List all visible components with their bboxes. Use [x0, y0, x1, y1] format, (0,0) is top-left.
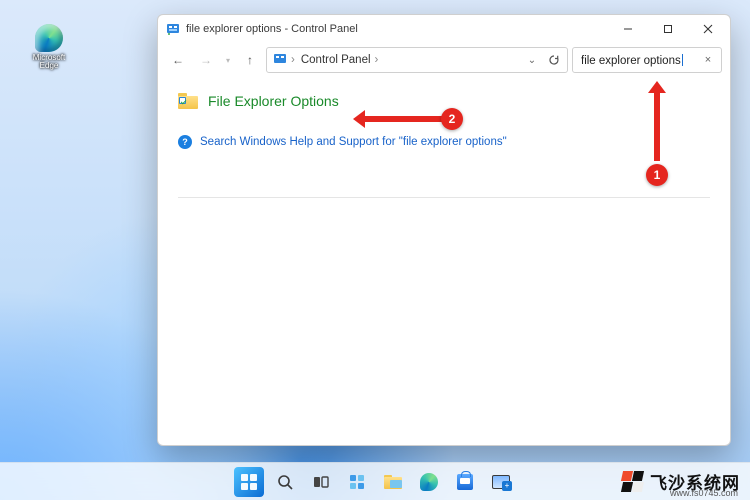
desktop-icon-label: Microsoft Edge — [26, 54, 72, 71]
edge-taskbar[interactable] — [414, 467, 444, 497]
up-button[interactable]: ↑ — [238, 47, 262, 73]
file-explorer-taskbar[interactable] — [378, 467, 408, 497]
chevron-right-icon[interactable]: › — [375, 54, 379, 66]
snip-icon — [492, 475, 510, 489]
result-title: File Explorer Options — [208, 93, 339, 109]
watermark-url: www.fs0745.com — [670, 488, 738, 498]
annotation-arrow-1 — [654, 91, 660, 161]
help-search-link[interactable]: ? Search Windows Help and Support for "f… — [178, 135, 710, 149]
result-file-explorer-options[interactable]: File Explorer Options — [178, 93, 710, 109]
windows-icon — [241, 474, 257, 490]
start-button[interactable] — [234, 467, 264, 497]
search-input[interactable]: file explorer options × — [572, 47, 722, 73]
breadcrumb-root[interactable]: Control Panel — [301, 54, 371, 66]
minimize-button[interactable] — [608, 15, 648, 43]
folder-icon — [384, 475, 402, 489]
help-icon: ? — [178, 135, 192, 149]
refresh-button[interactable] — [543, 49, 565, 71]
task-view-button[interactable] — [306, 467, 336, 497]
content-area: File Explorer Options ? Search Windows H… — [158, 77, 730, 445]
widgets-icon — [348, 473, 366, 491]
control-panel-icon — [273, 52, 287, 69]
window-title: file explorer options - Control Panel — [186, 23, 608, 35]
edge-icon — [420, 473, 438, 491]
back-button[interactable]: ← — [166, 47, 190, 73]
annotation-arrow-2 — [363, 116, 448, 122]
edge-icon — [35, 24, 63, 52]
microsoft-store-taskbar[interactable] — [450, 467, 480, 497]
search-icon — [276, 473, 294, 491]
chevron-right-icon[interactable]: › — [291, 54, 295, 66]
desktop-icon-edge[interactable]: Microsoft Edge — [26, 24, 72, 71]
address-history-dropdown[interactable]: ⌄ — [521, 49, 543, 71]
folder-options-icon — [178, 93, 198, 109]
task-view-icon — [312, 473, 330, 491]
clear-search-button[interactable]: × — [699, 51, 717, 69]
store-icon — [457, 474, 473, 490]
nav-row: ← → ▾ ↑ › Control Panel › ⌄ file explore… — [158, 43, 730, 77]
recent-dropdown[interactable]: ▾ — [222, 47, 234, 73]
divider — [178, 197, 710, 198]
widgets-button[interactable] — [342, 467, 372, 497]
control-panel-icon — [166, 22, 180, 36]
forward-button[interactable]: → — [194, 47, 218, 73]
snipping-tool-taskbar[interactable] — [486, 467, 516, 497]
search-query-text: file explorer options — [581, 54, 699, 67]
titlebar[interactable]: file explorer options - Control Panel — [158, 15, 730, 43]
close-button[interactable] — [688, 15, 728, 43]
watermark-logo — [622, 471, 644, 493]
taskbar-search-button[interactable] — [270, 467, 300, 497]
help-link-text: Search Windows Help and Support for "fil… — [200, 136, 507, 148]
annotation-badge-2: 2 — [441, 108, 463, 130]
annotation-badge-1: 1 — [646, 164, 668, 186]
maximize-button[interactable] — [648, 15, 688, 43]
address-bar[interactable]: › Control Panel › ⌄ — [266, 47, 568, 73]
control-panel-window: file explorer options - Control Panel ← … — [157, 14, 731, 446]
